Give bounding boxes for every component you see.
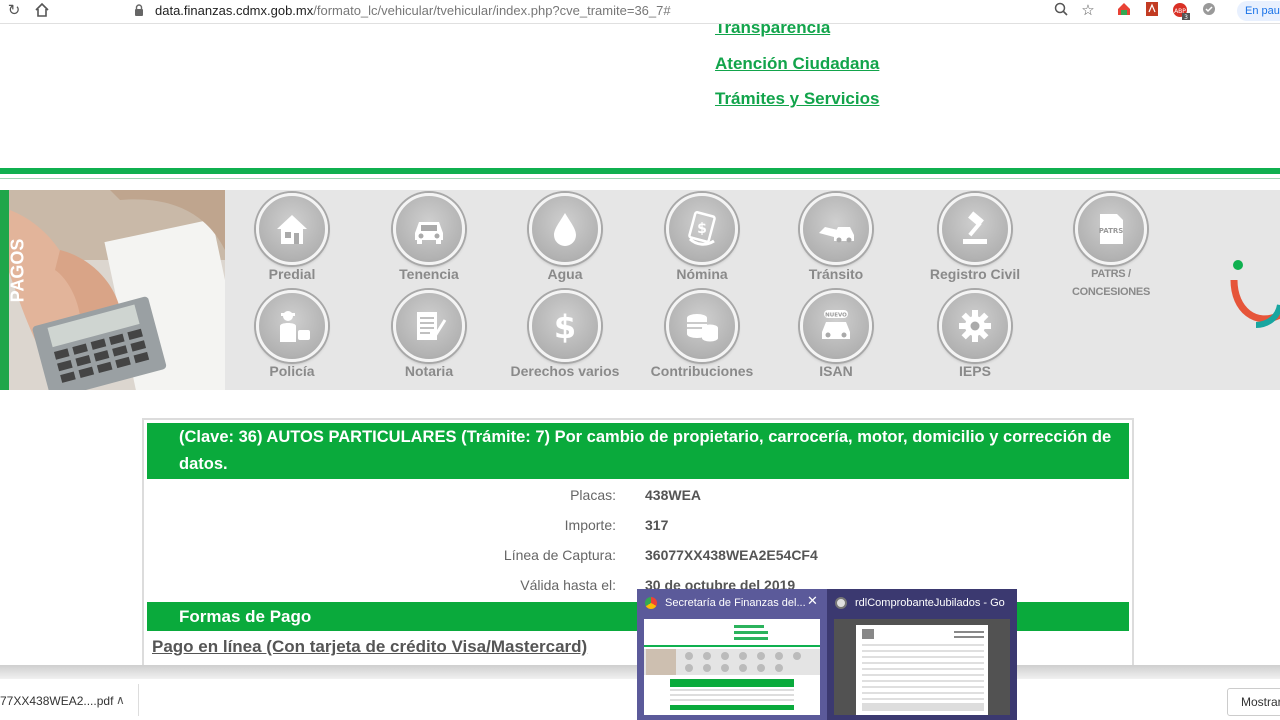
browser-toolbar: ↻ data.finanzas.cdmx.gob.mx/formato_lc/v…	[0, 0, 1280, 23]
chevron-up-icon[interactable]: ∧	[116, 693, 125, 707]
toolbar-divider	[0, 23, 1280, 24]
svg-text:$: $	[697, 221, 707, 237]
notary-icon	[417, 312, 447, 340]
service-label: ISAN	[819, 363, 853, 379]
download-separator	[138, 684, 139, 716]
reload-icon[interactable]: ↻	[4, 2, 24, 20]
service-notaria[interactable]: Notaria	[369, 287, 489, 383]
service-label: Policía	[269, 363, 315, 379]
taskbar-thumbnail-1[interactable]: Secretaría de Finanzas del... ✕	[637, 589, 827, 720]
extension-home-icon[interactable]	[1114, 2, 1134, 20]
thumbnail-title: rdlComprobanteJubilados - Go...	[855, 597, 1005, 609]
car-icon	[415, 222, 443, 244]
nuevo-badge-text: NUEVO	[825, 313, 847, 319]
svg-text:$: $	[554, 308, 576, 346]
lock-icon	[135, 4, 143, 16]
placas-value: 438WEA	[645, 487, 702, 503]
service-tenencia[interactable]: Tenencia	[369, 190, 489, 286]
pagos-side-label: PAGOS	[7, 238, 28, 303]
thumbnail-preview	[834, 619, 1010, 715]
service-label: Derechos varios	[510, 363, 620, 379]
home-icon[interactable]	[32, 2, 52, 20]
adblock-icon[interactable]: ABP 3	[1171, 2, 1191, 21]
service-label: IEPS	[959, 363, 991, 379]
service-label: Contribuciones	[650, 363, 754, 379]
service-label: Notaria	[404, 363, 454, 379]
linea-captura-value: 36077XX438WEA2E54CF4	[645, 547, 818, 563]
tramite-header: (Clave: 36) AUTOS PARTICULARES (Trámite:…	[147, 423, 1129, 479]
url-host: data.finanzas.cdmx.gob.mx	[155, 3, 314, 18]
coins-icon	[687, 314, 718, 342]
service-nomina[interactable]: $ Nómina	[642, 190, 762, 286]
taskbar-thumbnail-2[interactable]: rdlComprobanteJubilados - Go...	[827, 589, 1017, 720]
service-transito[interactable]: Tránsito	[776, 190, 896, 286]
service-isan[interactable]: NUEVO ISAN	[776, 287, 896, 383]
service-label: PATRS / CONCESIONES	[1072, 268, 1150, 298]
linea-captura-label: Línea de Captura:	[503, 547, 616, 563]
service-ieps[interactable]: IEPS	[915, 287, 1035, 383]
service-contribuciones[interactable]: Contribuciones	[642, 287, 762, 383]
bookmark-star-icon[interactable]: ☆	[1078, 2, 1098, 20]
pago-en-linea-link[interactable]: Pago en línea (Con tarjeta de crédito Vi…	[152, 637, 587, 657]
show-all-downloads-button[interactable]: Mostrar	[1227, 688, 1280, 716]
thumbnail-title: Secretaría de Finanzas del...	[665, 597, 806, 609]
header-thin-rule	[0, 178, 1280, 179]
importe-value: 317	[645, 517, 669, 533]
extension-badge: 3	[1184, 14, 1188, 20]
close-icon[interactable]: ✕	[807, 593, 818, 609]
document-app-icon	[835, 597, 847, 609]
patrs-doc-icon: PATRS	[1099, 214, 1124, 244]
gear-icon	[959, 310, 991, 342]
importe-label: Importe:	[564, 517, 616, 533]
calculator-photo	[0, 190, 225, 390]
cdmx-logo	[1230, 260, 1280, 328]
profile-paused-button[interactable]: En paus	[1237, 1, 1280, 21]
placas-label: Placas:	[570, 487, 616, 503]
dollar-icon: $	[554, 308, 576, 346]
service-label: Tenencia	[399, 266, 459, 282]
valida-hasta-label: Válida hasta el:	[520, 577, 616, 593]
water-drop-icon	[554, 213, 576, 246]
payroll-icon: $	[688, 211, 716, 246]
check-extension-icon[interactable]	[1199, 2, 1219, 20]
service-label: Agua	[547, 266, 583, 282]
service-label: Nómina	[676, 266, 728, 282]
service-agua[interactable]: Agua	[505, 190, 625, 286]
download-item-name[interactable]: 77XX438WEA2....pdf	[0, 694, 113, 708]
service-patrs-concesiones[interactable]: PATRS PATRS / CONCESIONES	[1051, 190, 1171, 298]
pagos-side-strip: PAGOS	[0, 190, 27, 390]
url-path: /formato_lc/vehicular/tvehicular/index.p…	[313, 3, 671, 18]
gavel-icon	[963, 211, 987, 244]
traffic-icon	[819, 227, 854, 243]
new-car-icon: NUEVO	[822, 310, 850, 339]
pdf-extension-icon[interactable]	[1142, 2, 1162, 20]
address-bar[interactable]: data.finanzas.cdmx.gob.mx/formato_lc/veh…	[62, 0, 1112, 22]
patrs-badge-text: PATRS	[1099, 227, 1124, 235]
service-predial[interactable]: Predial	[232, 190, 352, 286]
service-label: Registro Civil	[929, 266, 1021, 282]
service-registro-civil[interactable]: Registro Civil	[915, 190, 1035, 286]
service-label: Predial	[268, 266, 316, 282]
link-tramites-servicios[interactable]: Trámites y Servicios	[715, 89, 879, 109]
house-icon	[277, 215, 307, 244]
thumbnail-preview	[644, 619, 820, 715]
url-text: data.finanzas.cdmx.gob.mx/formato_lc/veh…	[155, 0, 671, 22]
zoom-icon[interactable]	[1051, 2, 1071, 20]
link-atencion-ciudadana[interactable]: Atención Ciudadana	[715, 54, 879, 74]
header-green-rule	[0, 168, 1280, 174]
service-policia[interactable]: Policía	[232, 287, 352, 383]
chrome-icon	[645, 597, 657, 609]
service-label: Tránsito	[808, 266, 864, 282]
police-icon	[280, 311, 310, 342]
service-derechos-varios[interactable]: $ Derechos varios	[505, 287, 625, 383]
